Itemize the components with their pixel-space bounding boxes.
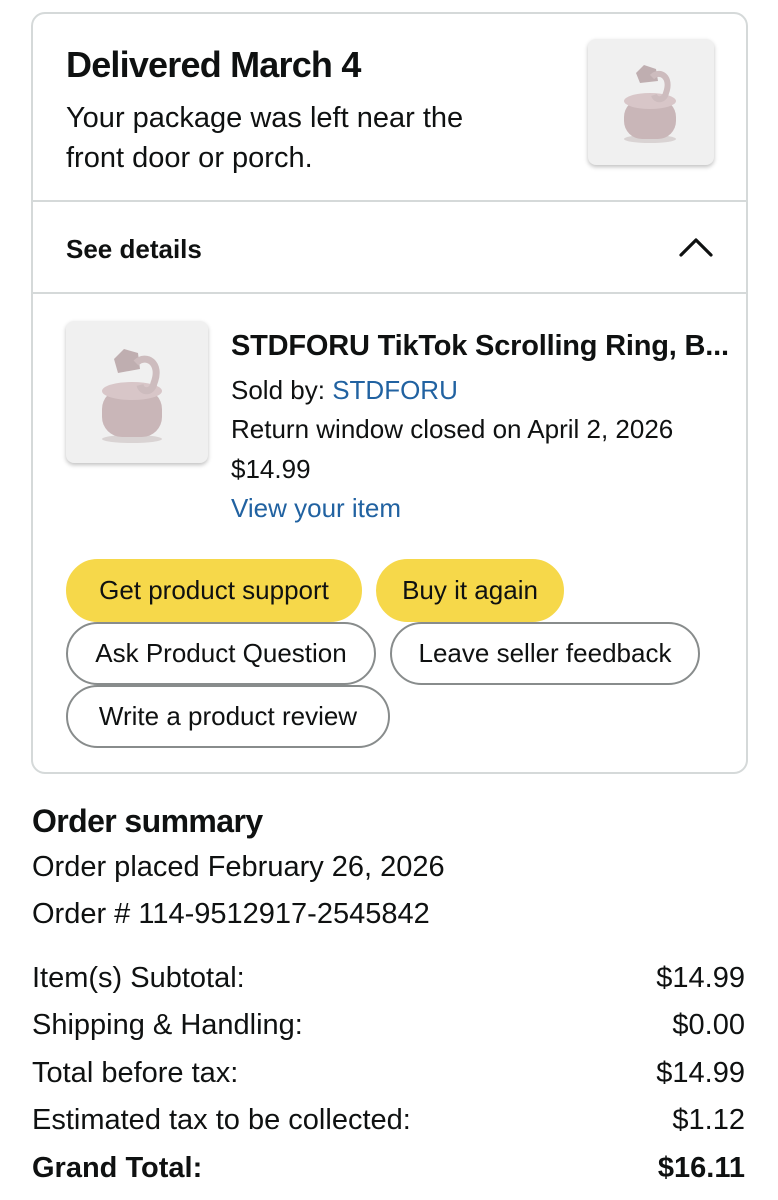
- get-product-support-button[interactable]: Get product support: [66, 559, 362, 622]
- chevron-up-icon: [679, 238, 713, 257]
- delivery-message: Your package was left near the front doo…: [66, 102, 464, 174]
- sold-by-label: Sold by:: [231, 375, 325, 405]
- summary-value: $1.12: [672, 1104, 745, 1136]
- return-window: Return window closed on April 2, 2026: [231, 414, 674, 444]
- summary-value: $16.11: [657, 1152, 745, 1184]
- product-thumbnail[interactable]: [588, 39, 714, 165]
- sold-by: Sold by: STDFORU: [231, 375, 458, 406]
- leave-seller-feedback-button[interactable]: Leave seller feedback: [390, 622, 700, 685]
- view-item-link[interactable]: View your item: [231, 493, 401, 524]
- scrolling-ring-icon: [624, 65, 676, 143]
- summary-label: Total before tax:: [32, 1057, 239, 1089]
- delivery-status: Delivered March 4 Your package was left …: [33, 14, 746, 202]
- ask-product-question-button[interactable]: Ask Product Question: [66, 622, 376, 685]
- shipment-card: Delivered March 4 Your package was left …: [31, 12, 748, 774]
- summary-label: Grand Total:: [32, 1152, 203, 1184]
- divider: [33, 292, 746, 294]
- write-product-review-button[interactable]: Write a product review: [66, 685, 390, 748]
- order-number: Order # 114-9512917-2545842: [32, 898, 430, 930]
- summary-row-subtotal: Item(s) Subtotal: $14.99: [32, 962, 745, 1002]
- see-details-toggle[interactable]: See details: [33, 202, 746, 292]
- summary-row-shipping: Shipping & Handling: $0.00: [32, 1009, 745, 1049]
- seller-link[interactable]: STDFORU: [332, 375, 458, 405]
- order-placed-date: Order placed February 26, 2026: [32, 851, 445, 883]
- see-details-label: See details: [66, 234, 202, 264]
- delivery-title: Delivered March 4: [66, 44, 361, 85]
- item-price: $14.99: [231, 454, 311, 484]
- order-summary-title: Order summary: [32, 803, 263, 839]
- summary-label: Item(s) Subtotal:: [32, 962, 245, 994]
- summary-value: $14.99: [656, 962, 745, 994]
- item-thumbnail[interactable]: [66, 321, 208, 463]
- summary-row-total-before-tax: Total before tax: $14.99: [32, 1057, 745, 1097]
- summary-value: $0.00: [672, 1009, 745, 1041]
- summary-row-tax: Estimated tax to be collected: $1.12: [32, 1104, 745, 1144]
- summary-value: $14.99: [656, 1057, 745, 1089]
- summary-label: Shipping & Handling:: [32, 1009, 303, 1041]
- item-title[interactable]: STDFORU TikTok Scrolling Ring, B...: [231, 330, 731, 363]
- scrolling-ring-icon: [102, 349, 162, 443]
- summary-row-grand-total: Grand Total: $16.11: [32, 1152, 745, 1192]
- summary-label: Estimated tax to be collected:: [32, 1104, 411, 1136]
- buy-it-again-button[interactable]: Buy it again: [376, 559, 564, 622]
